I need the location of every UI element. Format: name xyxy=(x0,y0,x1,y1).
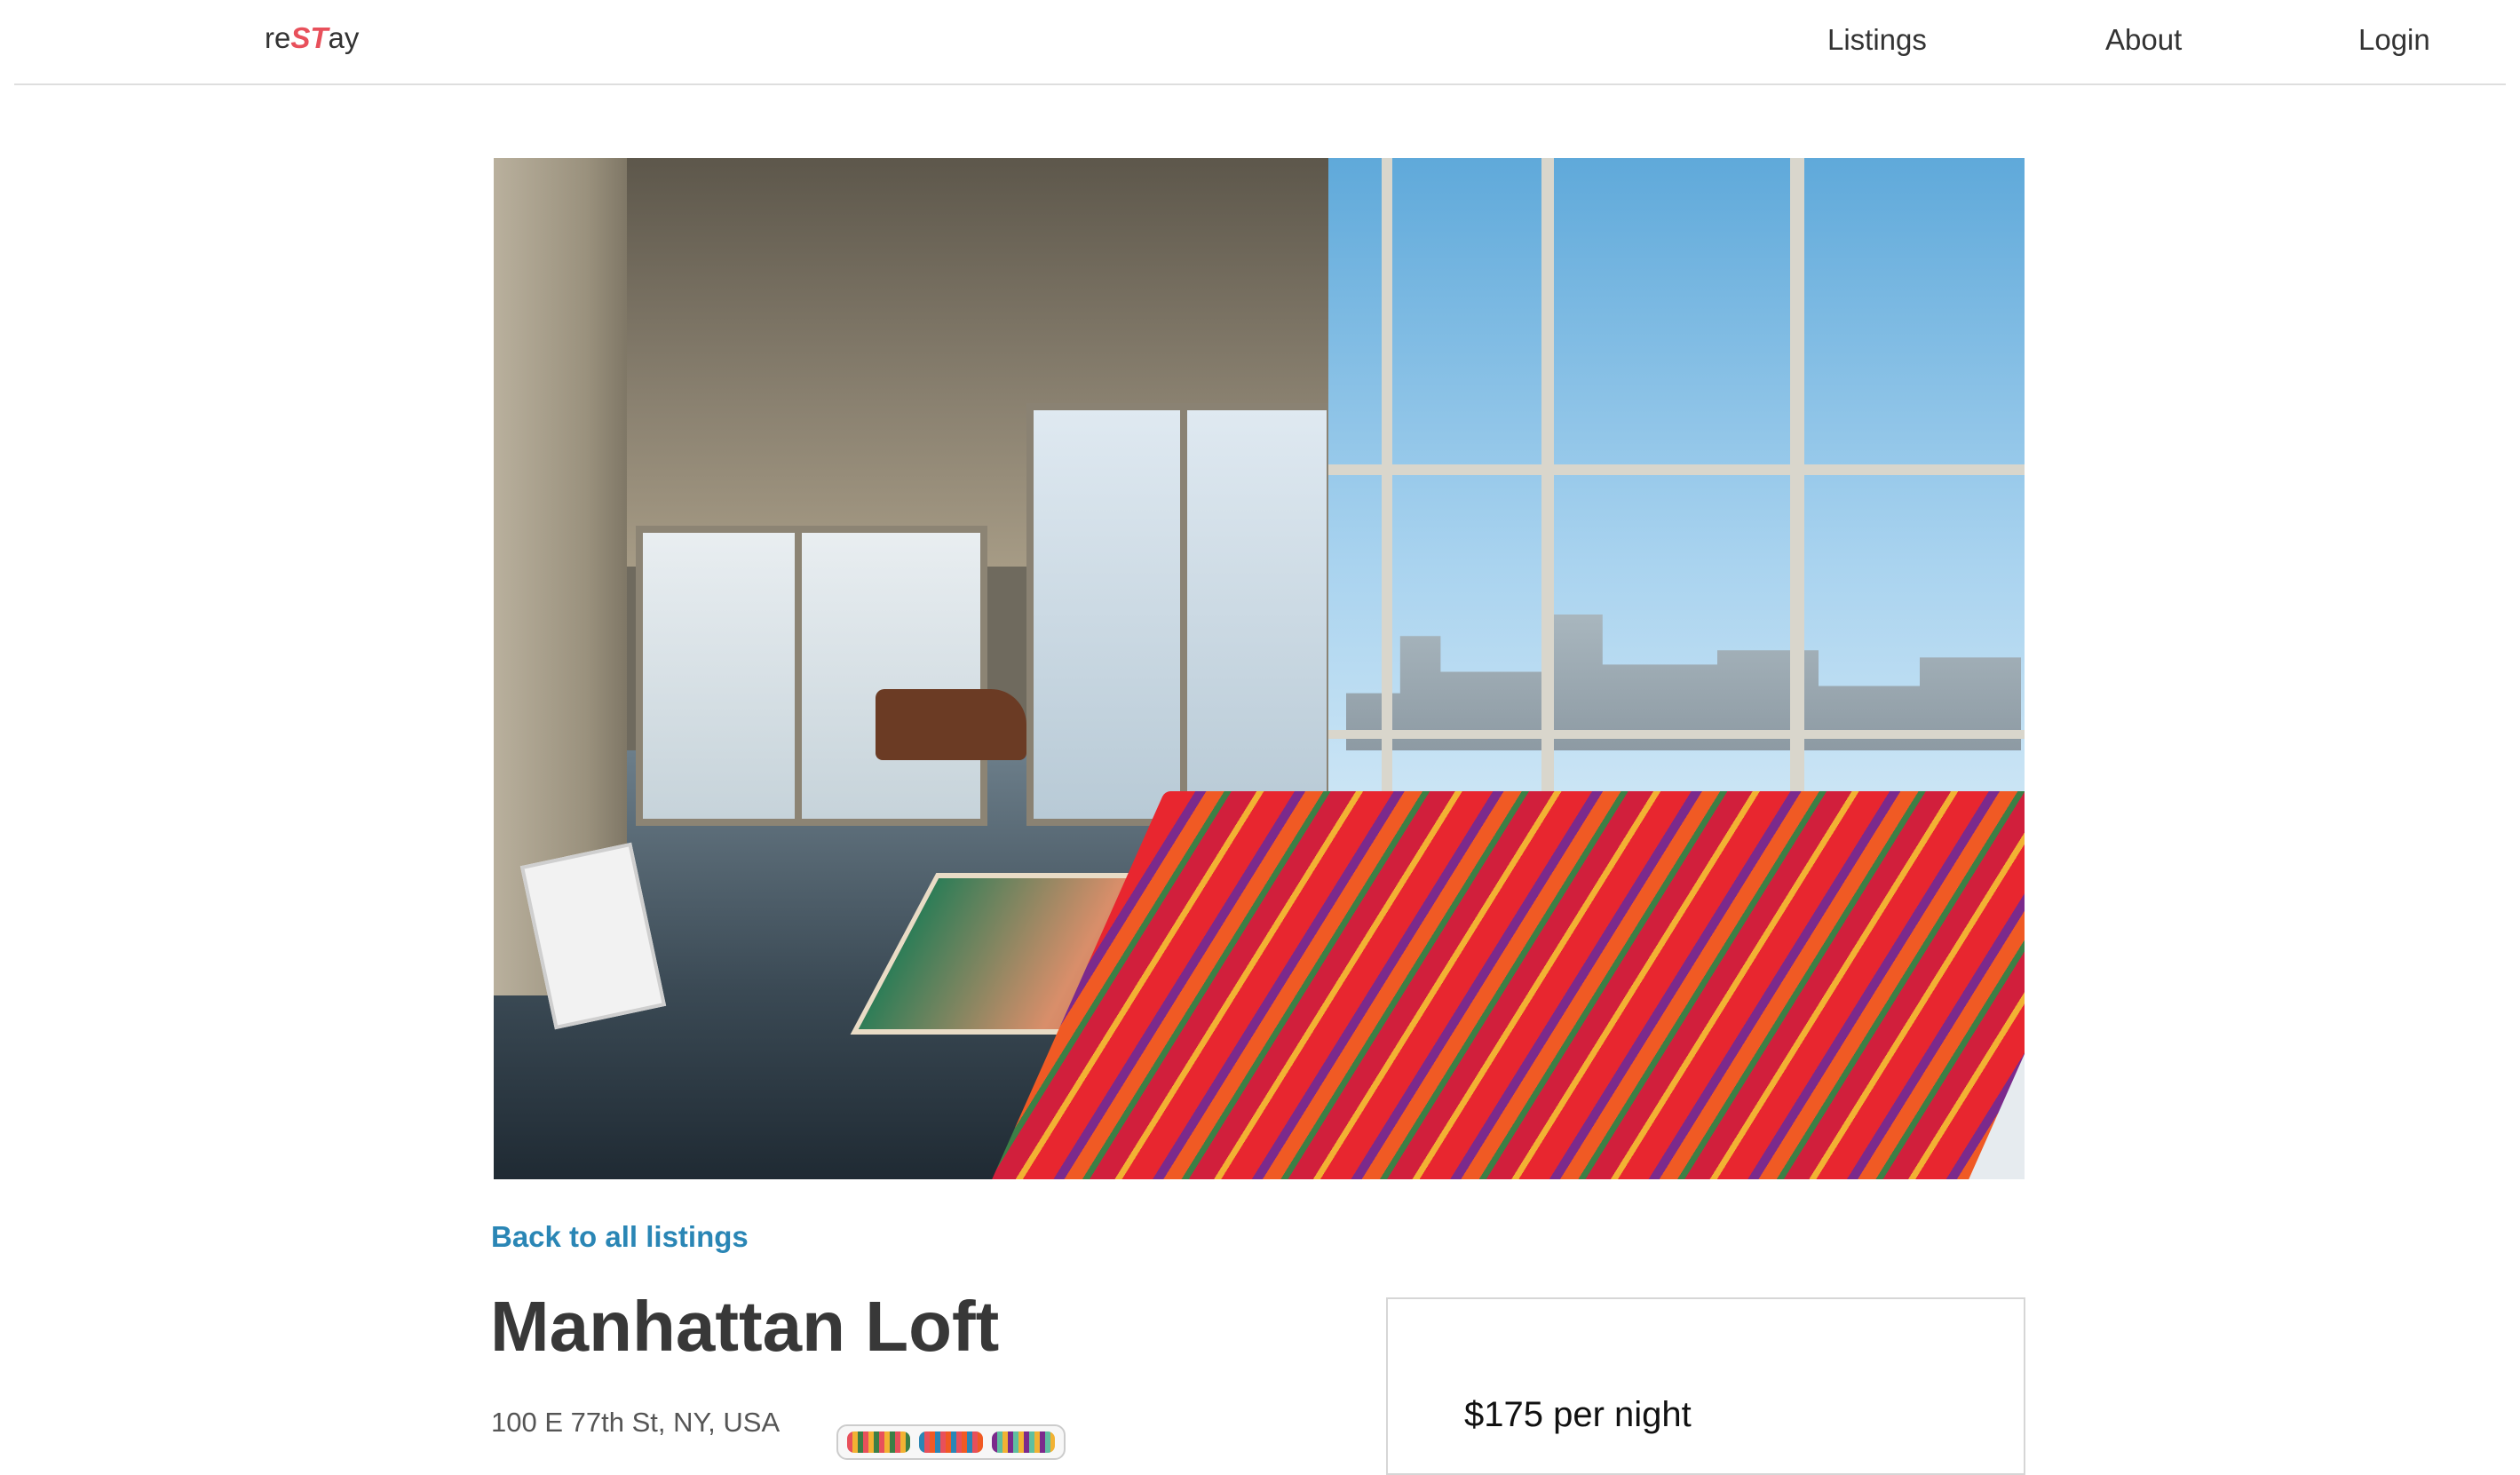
top-navbar: reSTay Listings About Login xyxy=(14,0,2506,85)
listing-photo xyxy=(494,158,2025,1179)
photo-grand-piano xyxy=(876,689,1026,760)
photo-large-window xyxy=(1328,158,2025,893)
brand-suffix: ay xyxy=(328,21,360,54)
brand-highlight: ST xyxy=(290,21,329,54)
nav-listings-link[interactable]: Listings xyxy=(1827,23,1927,57)
back-to-listings-link[interactable]: Back to all listings xyxy=(491,1220,749,1254)
photo-window-mullion xyxy=(1541,158,1554,893)
photo-mid-windows xyxy=(1026,403,1334,826)
amenity-chip xyxy=(919,1431,983,1453)
price-per-night: $175 per night xyxy=(1464,1395,1692,1434)
photo-window-mullion xyxy=(1790,158,1804,893)
photo-window-mullion xyxy=(1328,730,2025,739)
brand-prefix: re xyxy=(265,21,291,54)
listing-title: Manhattan Loft xyxy=(490,1287,1000,1366)
amenity-chip xyxy=(991,1431,1055,1453)
photo-window-mullion xyxy=(1328,464,2025,475)
nav-about-link[interactable]: About xyxy=(2105,23,2182,57)
listing-address: 100 E 77th St, NY, USA xyxy=(491,1407,781,1438)
booking-card: $175 per night xyxy=(1386,1297,2025,1475)
photo-window-mullion xyxy=(1382,158,1392,893)
amenity-chip xyxy=(847,1431,911,1453)
amenities-badge[interactable] xyxy=(836,1424,1066,1460)
photo-back-windows xyxy=(636,526,987,826)
nav-login-link[interactable]: Login xyxy=(2358,23,2430,57)
brand-logo[interactable]: reSTay xyxy=(265,21,359,55)
